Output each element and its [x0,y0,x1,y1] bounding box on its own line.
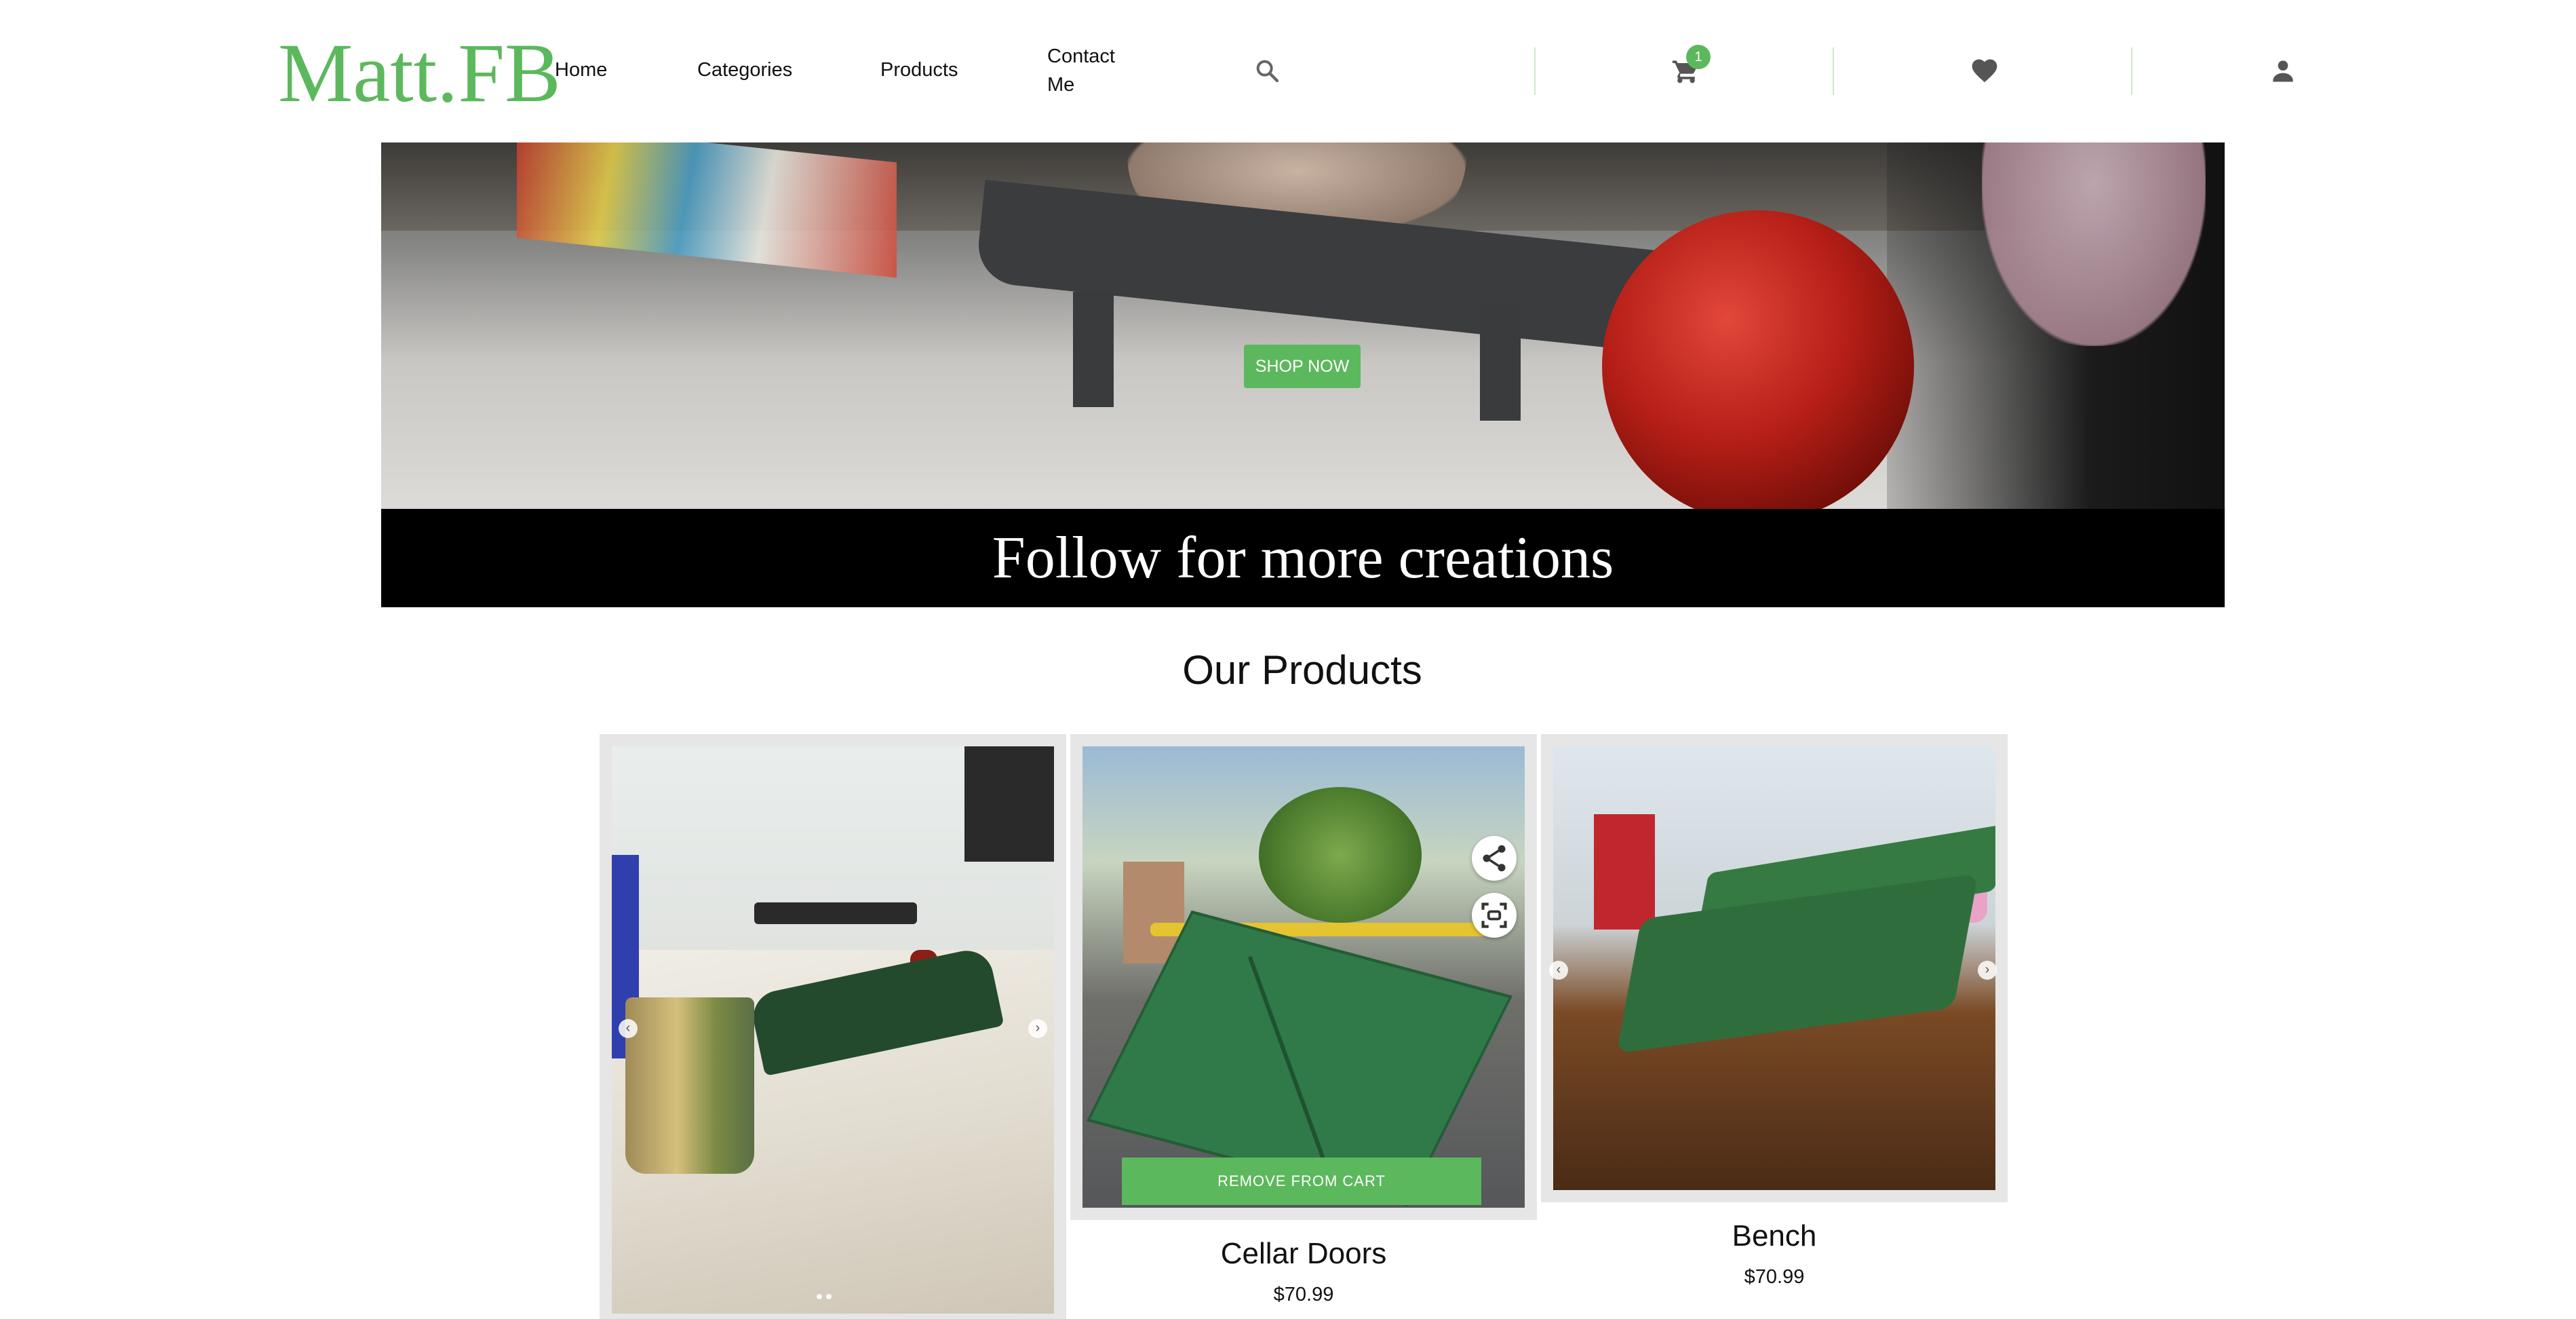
search-icon[interactable] [1253,57,1281,84]
site-header: Matt.FB Home Categories Products Contact… [0,0,2576,142]
header-divider [1833,47,1834,95]
share-icon[interactable] [1472,836,1517,881]
nav-products-link[interactable]: Products [880,56,958,84]
heart-icon[interactable] [1970,56,1999,85]
product-image[interactable] [612,746,1054,1314]
product-price: $70.99 [1273,1284,1334,1305]
hero-stickers [517,142,897,278]
photo-red-box [1594,814,1655,930]
carousel-next-icon[interactable]: › [1978,961,1997,980]
hero-video-banner[interactable] [381,142,2225,509]
product-price: $70.99 [1744,1266,1805,1288]
cart-count-badge: 1 [1686,45,1711,69]
hero-red-ball [1602,210,1914,509]
carousel-prev-icon[interactable]: ‹ [619,1019,638,1038]
product-name[interactable]: Bench [1541,1217,2008,1255]
quick-view-icon[interactable] [1472,893,1517,938]
hero-caption: Follow for more creations [992,525,1614,591]
remove-from-cart-button[interactable]: REMOVE FROM CART [1122,1158,1481,1205]
shop-now-button[interactable]: SHOP NOW [1244,345,1361,388]
hero-ramp-leg [1480,305,1521,421]
nav-contact-link[interactable]: Contact Me [1047,42,1142,99]
photo-rail [754,902,917,924]
hero-ramp-leg [1073,292,1114,407]
brand-logo[interactable]: Matt.FB [278,26,561,121]
photo-wall [964,746,1054,862]
photo-bench [1616,873,1978,1054]
nav-home-link[interactable]: Home [555,56,607,84]
carousel-next-icon[interactable]: › [1028,1019,1047,1038]
user-icon[interactable] [2268,56,2298,85]
carousel-dots[interactable] [817,1291,844,1299]
product-image[interactable] [1082,746,1525,1208]
header-divider [1534,47,1536,95]
carousel-prev-icon[interactable]: ‹ [1549,961,1568,980]
hero-background-plush [1982,142,2206,346]
photo-plant [1259,787,1422,923]
photo-trash-can [625,997,754,1174]
product-name[interactable]: Cellar Doors [1070,1235,1537,1273]
product-image[interactable] [1553,746,1995,1190]
products-section-title: Our Products [1182,647,1422,693]
nav-categories-link[interactable]: Categories [697,56,792,84]
header-divider [2131,47,2132,95]
